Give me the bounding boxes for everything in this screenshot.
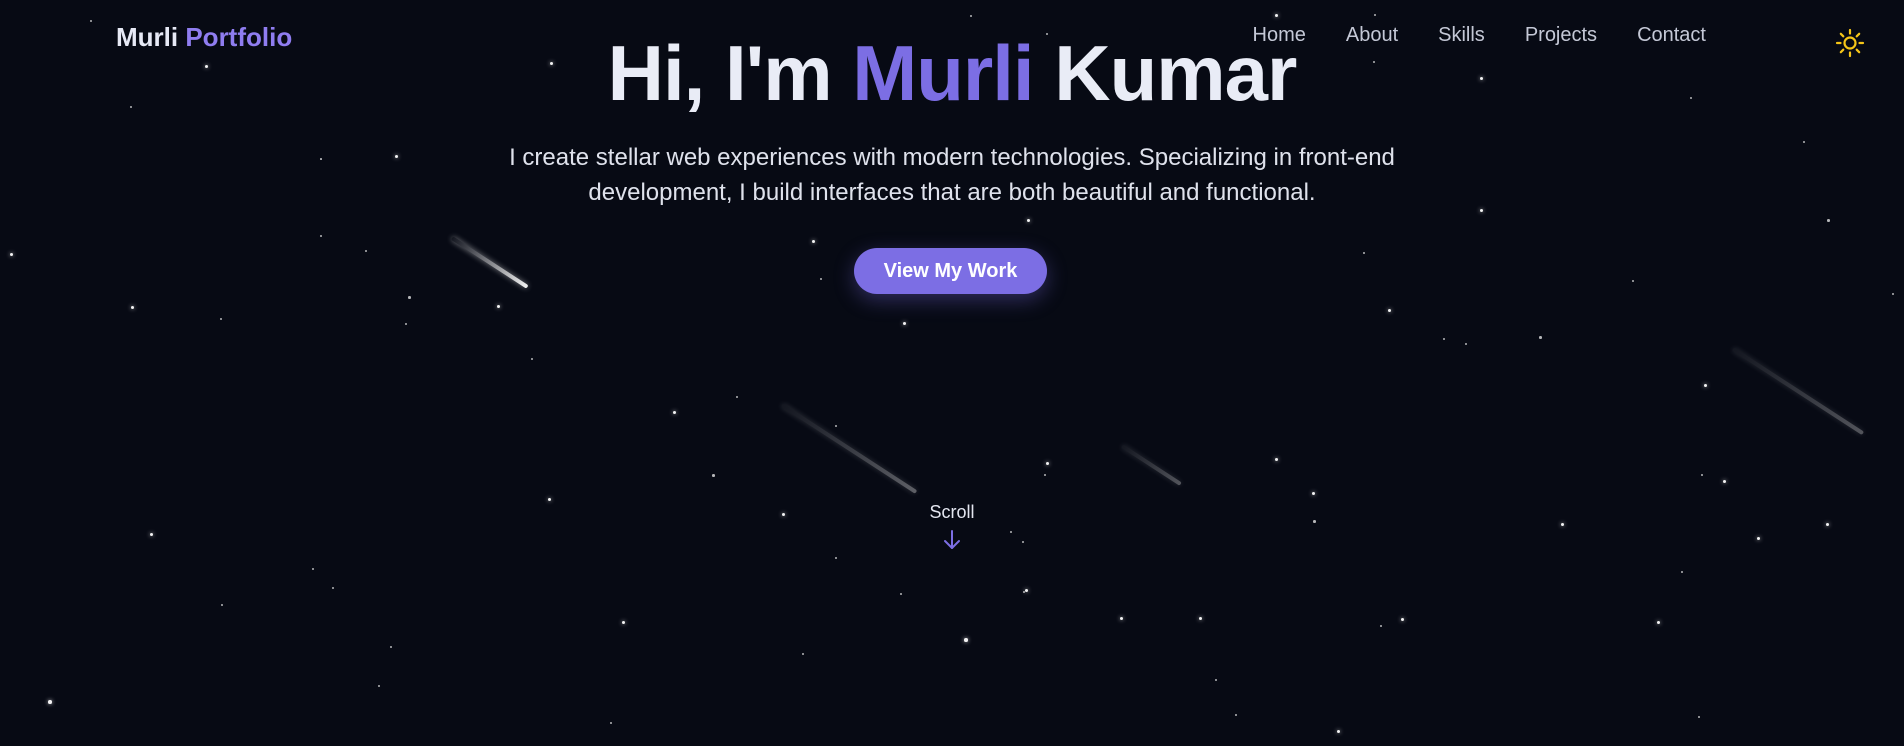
star: [1723, 480, 1726, 483]
star: [712, 474, 715, 477]
star: [320, 158, 322, 160]
star: [610, 722, 612, 724]
star: [1632, 280, 1634, 282]
star: [332, 587, 334, 589]
star: [221, 604, 223, 606]
star: [1443, 338, 1445, 340]
star: [1235, 714, 1237, 716]
star: [150, 533, 153, 536]
star: [1539, 336, 1542, 339]
star: [497, 305, 500, 308]
star: [378, 685, 380, 687]
star: [1027, 219, 1030, 222]
star: [405, 323, 407, 325]
hero-section: Murli Portfolio Home About Skills Projec…: [0, 0, 1904, 746]
hero-greeting: Hi, I'm: [607, 29, 833, 117]
star: [1561, 523, 1564, 526]
star: [1892, 293, 1894, 295]
star: [548, 498, 551, 501]
star: [10, 253, 13, 256]
star: [1681, 571, 1683, 573]
scroll-label: Scroll: [929, 502, 975, 522]
star: [622, 621, 625, 624]
shooting-star: [450, 236, 529, 289]
star: [1199, 617, 1202, 620]
view-my-work-button[interactable]: View My Work: [854, 248, 1047, 294]
star: [220, 318, 222, 320]
star: [1657, 621, 1660, 624]
star: [320, 235, 322, 237]
star: [903, 322, 906, 325]
star: [1363, 252, 1365, 254]
arrow-down-icon: [944, 530, 960, 549]
star: [1215, 679, 1217, 681]
star: [1826, 523, 1829, 526]
star: [673, 411, 676, 414]
star: [1025, 589, 1028, 592]
star: [1480, 209, 1483, 212]
star: [835, 557, 837, 559]
star: [1465, 343, 1467, 345]
star: [1380, 625, 1382, 627]
star: [1023, 591, 1025, 593]
star: [1022, 541, 1024, 543]
star: [48, 700, 52, 704]
star: [1388, 309, 1391, 312]
hero-last-name: Kumar: [1054, 29, 1297, 117]
star: [1046, 462, 1049, 465]
star: [1704, 384, 1707, 387]
star: [131, 306, 134, 309]
star: [1698, 716, 1700, 718]
star: [1312, 492, 1315, 495]
star: [782, 513, 785, 516]
star: [1757, 537, 1760, 540]
star: [365, 250, 367, 252]
star: [1275, 458, 1278, 461]
star: [390, 646, 392, 648]
shooting-star: [780, 403, 918, 494]
star: [835, 425, 837, 427]
star: [1337, 730, 1340, 733]
shooting-star: [1120, 444, 1182, 486]
star: [1827, 219, 1830, 222]
shooting-star: [1731, 347, 1865, 436]
star: [1120, 617, 1123, 620]
star: [964, 638, 968, 642]
hero-first-name: Murli: [852, 29, 1034, 117]
star: [531, 358, 533, 360]
scroll-indicator[interactable]: Scroll: [902, 502, 1002, 551]
star: [812, 240, 815, 243]
hero-title: Hi, I'm Murli Kumar: [0, 28, 1904, 119]
star: [820, 278, 822, 280]
star: [395, 155, 398, 158]
star: [736, 396, 738, 398]
star: [1313, 520, 1316, 523]
star: [900, 593, 902, 595]
hero-description: I create stellar web experiences with mo…: [509, 144, 1395, 206]
star: [1401, 618, 1404, 621]
star: [1010, 531, 1012, 533]
star: [1803, 141, 1805, 143]
star: [1044, 474, 1046, 476]
star: [408, 296, 411, 299]
star: [1701, 474, 1703, 476]
star: [802, 653, 804, 655]
star: [312, 568, 314, 570]
